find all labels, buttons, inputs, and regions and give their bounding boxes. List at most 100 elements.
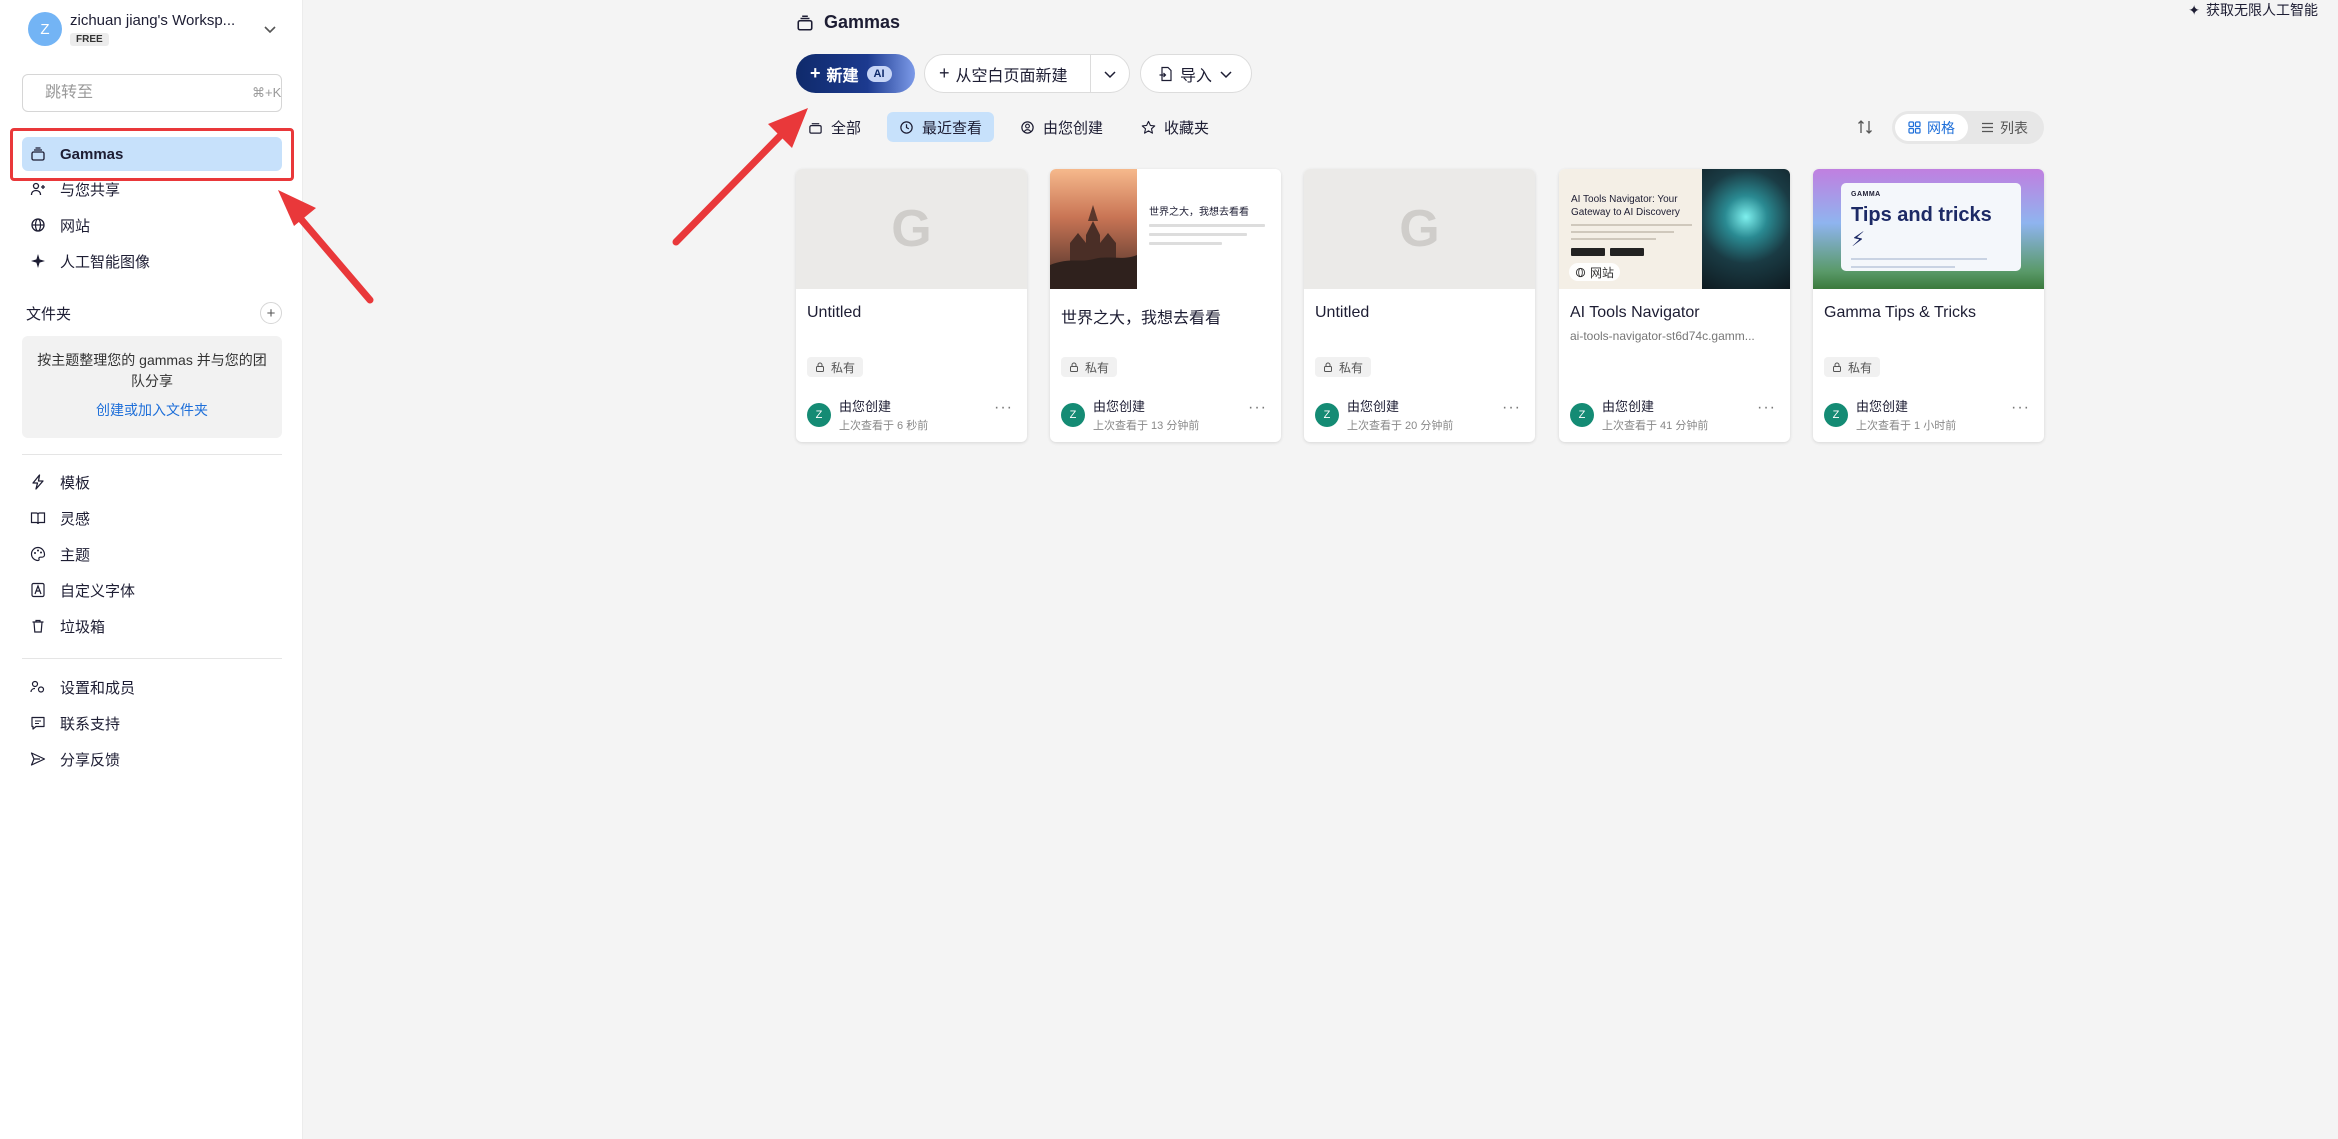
- privacy-label: 私有: [1848, 360, 1873, 375]
- book-icon: [30, 512, 46, 525]
- thumbnail-line: [1149, 242, 1223, 245]
- card-time: 上次查看于 1 小时前: [1856, 420, 1957, 432]
- thumbnail-line: [1851, 266, 1955, 268]
- card-meta: 由您创建 上次查看于 6 秒前: [839, 396, 928, 433]
- card-meta: 由您创建 上次查看于 41 分钟前: [1602, 396, 1708, 433]
- sidebar-item-label: 与您共享: [60, 181, 121, 199]
- gamma-card[interactable]: AI Tools Navigator: Your Gateway to AI D…: [1559, 169, 1790, 442]
- sidebar-item-label: 灵感: [60, 510, 91, 528]
- card-footer: Z 由您创建 上次查看于 1 小时前: [1824, 396, 1956, 433]
- page-title-text: Gammas: [824, 12, 901, 32]
- sidebar-item-inspiration[interactable]: 灵感: [22, 501, 282, 535]
- card-title: Gamma Tips & Tricks: [1824, 304, 1977, 321]
- sidebar-item-themes[interactable]: 主题: [22, 537, 282, 571]
- new-blank-page-button[interactable]: + 从空白页面新建: [924, 54, 1130, 93]
- more-options-icon[interactable]: ···: [1248, 399, 1267, 417]
- gamma-card[interactable]: G Untitled 私有 Z 由您创建 上次查看于 20 分钟前 ···: [1304, 169, 1535, 442]
- more-options-icon[interactable]: ···: [1757, 399, 1776, 417]
- filter-label: 由您创建: [1043, 119, 1104, 137]
- thumbnail-buttons: [1571, 248, 1692, 256]
- thumbnail-tech-image: [1702, 169, 1790, 289]
- privacy-label: 私有: [1085, 360, 1110, 375]
- sidebar-item-trash[interactable]: 垃圾箱: [22, 609, 282, 643]
- avatar: Z: [1061, 402, 1085, 427]
- filter-label: 全部: [831, 119, 862, 137]
- sidebar-item-label: 垃圾箱: [60, 618, 106, 636]
- globe-icon: [31, 218, 45, 232]
- sort-icon[interactable]: [1856, 118, 1874, 136]
- sidebar-item-templates[interactable]: 模板: [22, 465, 282, 499]
- privacy-tag: 私有: [1315, 357, 1372, 377]
- more-options-icon[interactable]: ···: [1502, 399, 1521, 417]
- search-input[interactable]: [45, 84, 252, 102]
- sidebar-item-websites[interactable]: 网站: [22, 208, 282, 242]
- sidebar-item-custom-fonts[interactable]: 自定义字体: [22, 573, 282, 607]
- thumbnail-line: [1571, 238, 1656, 240]
- new-blank-dropdown[interactable]: [1091, 66, 1129, 82]
- folders-description: 按主题整理您的 gammas 并与您的团队分享: [37, 352, 267, 389]
- star-icon: [1141, 120, 1156, 134]
- more-options-icon[interactable]: ···: [2011, 399, 2030, 417]
- filter-favorites[interactable]: 收藏夹: [1129, 112, 1221, 142]
- chevron-down-icon: [1220, 70, 1232, 78]
- card-url: ai-tools-navigator-st6d74c.gamm...: [1570, 329, 1755, 343]
- import-label: 导入: [1179, 67, 1212, 85]
- filter-created-by-you[interactable]: 由您创建: [1008, 112, 1115, 142]
- gamma-card[interactable]: G Untitled 私有 Z 由您创建 上次查看于 6 秒前 ···: [796, 169, 1027, 442]
- import-file-icon: [1159, 66, 1172, 81]
- sidebar-item-feedback[interactable]: 分享反馈: [22, 742, 282, 776]
- new-blank-main[interactable]: + 从空白页面新建: [925, 55, 1091, 92]
- sidebar-item-shared[interactable]: 与您共享: [22, 172, 282, 206]
- thumbnail-landscape-image: [1050, 169, 1137, 289]
- import-button[interactable]: 导入: [1140, 54, 1252, 93]
- add-folder-button[interactable]: +: [260, 302, 282, 324]
- card-title: Untitled: [1315, 304, 1370, 321]
- folders-header: 文件夹 +: [26, 302, 282, 324]
- avatar: Z: [1824, 402, 1848, 427]
- workspace-switcher[interactable]: Z zichuan jiang's Worksp... FREE: [28, 8, 280, 50]
- send-icon: [30, 752, 46, 766]
- view-grid-button[interactable]: 网格: [1895, 114, 1968, 141]
- privacy-tag: 私有: [807, 357, 864, 377]
- card-meta: 由您创建 上次查看于 20 分钟前: [1347, 396, 1453, 433]
- gamma-card[interactable]: GAMMA Tips and tricks ⚡ Gamma Tips & Tri…: [1813, 169, 2044, 442]
- view-list-button[interactable]: 列表: [1968, 114, 2041, 141]
- card-thumbnail: 世界之大，我想去看看: [1050, 169, 1281, 289]
- card-title: Untitled: [807, 304, 862, 321]
- thumbnail-line: [1851, 258, 1987, 260]
- avatar: Z: [807, 402, 831, 427]
- sidebar-item-ai-images[interactable]: 人工智能图像: [22, 244, 282, 278]
- card-time: 上次查看于 13 分钟前: [1093, 420, 1200, 432]
- new-ai-button[interactable]: + 新建 AI: [796, 54, 915, 93]
- sidebar-item-gammas[interactable]: Gammas: [22, 137, 282, 171]
- palette-icon: [30, 546, 46, 562]
- card-owner: 由您创建: [1856, 399, 1909, 414]
- search-box[interactable]: ⌘+K: [22, 74, 282, 112]
- gamma-logo-icon: G: [1399, 200, 1440, 258]
- privacy-label: 私有: [1339, 360, 1364, 375]
- chevron-down-icon: [1104, 70, 1116, 78]
- more-options-icon[interactable]: ···: [994, 399, 1013, 417]
- upgrade-label: 获取无限人工智能: [2206, 2, 2318, 18]
- gamma-card[interactable]: 世界之大，我想去看看 世界之大，我想去看看 私有 Z 由您创建 上次查看于 13…: [1050, 169, 1281, 442]
- website-badge: 网站: [1569, 263, 1621, 281]
- card-thumbnail: G: [1304, 169, 1535, 289]
- lock-icon: [816, 362, 824, 372]
- card-thumbnail: GAMMA Tips and tricks ⚡: [1813, 169, 2044, 289]
- thumbnail-line: [1149, 233, 1247, 236]
- card-thumbnail: G: [796, 169, 1027, 289]
- sidebar-item-label: 自定义字体: [60, 582, 136, 600]
- thumbnail-title: AI Tools Navigator: Your Gateway to AI D…: [1571, 194, 1680, 218]
- sidebar-item-label: 人工智能图像: [60, 253, 151, 271]
- sidebar-item-settings[interactable]: 设置和成员: [22, 670, 282, 704]
- card-footer: Z 由您创建 上次查看于 13 分钟前: [1061, 396, 1199, 433]
- create-join-folder-link[interactable]: 创建或加入文件夹: [22, 400, 282, 420]
- privacy-tag: 私有: [1824, 357, 1881, 377]
- avatar: Z: [1315, 402, 1339, 427]
- view-toggle: 网格 列表: [1892, 111, 2044, 144]
- filter-recent[interactable]: 最近查看: [887, 112, 995, 142]
- sidebar-item-support[interactable]: 联系支持: [22, 706, 282, 740]
- upgrade-link[interactable]: ✦ 获取无限人工智能: [2188, 0, 2318, 20]
- card-owner: 由您创建: [1602, 399, 1655, 414]
- trash-icon: [32, 619, 44, 633]
